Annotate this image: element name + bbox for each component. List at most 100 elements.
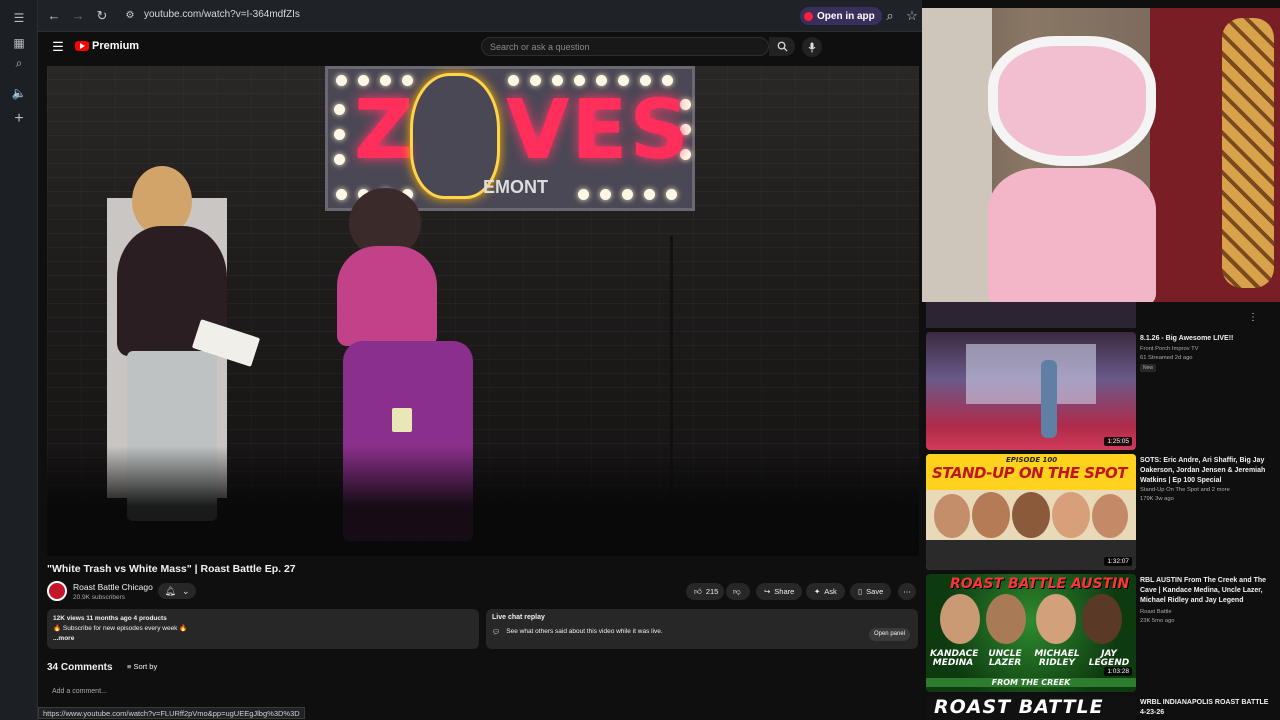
sign-letters-ves: VES bbox=[506, 83, 691, 178]
related-title[interactable]: RBL AUSTIN From The Creek and The Cave |… bbox=[1140, 576, 1272, 606]
dislike-button[interactable]: 👎︎ bbox=[726, 583, 750, 600]
zoom-search-icon[interactable]: ⌕ bbox=[882, 8, 898, 24]
menu-icon[interactable]: ☰ bbox=[9, 8, 29, 28]
thumbs-up-icon: 👍︎ bbox=[694, 586, 702, 596]
live-chat-replay-box: Live chat replay 💬︎ See what others said… bbox=[486, 609, 918, 649]
channel-avatar[interactable] bbox=[47, 581, 67, 601]
youtube-premium-logo[interactable]: Premium bbox=[75, 40, 139, 52]
open-in-app-button[interactable]: Open in app bbox=[800, 7, 882, 25]
related-meta: 23K 5mo ago bbox=[1140, 618, 1175, 624]
video-title: "White Trash vs White Mass" | Roast Batt… bbox=[47, 563, 296, 575]
chevron-down-icon: ⌄ bbox=[181, 585, 190, 596]
sign-subtext: EMONT bbox=[483, 177, 548, 197]
youtube-app-icon bbox=[804, 11, 813, 21]
save-label: Save bbox=[866, 587, 884, 596]
related-thumbnail[interactable]: ROAST BATTLE bbox=[926, 696, 1136, 720]
brand-label: Premium bbox=[92, 40, 140, 52]
chat-title: Live chat replay bbox=[492, 614, 545, 621]
related-channel[interactable]: Front Porch Improv TV bbox=[1140, 345, 1272, 353]
related-meta: 179K 3w ago bbox=[1140, 496, 1174, 502]
thumb-name: JAY LEGEND bbox=[1088, 649, 1130, 668]
ask-button[interactable]: ✦ Ask bbox=[806, 583, 845, 600]
save-button[interactable]: ▯ Save bbox=[850, 583, 892, 600]
sign-letter-z: Z bbox=[354, 83, 414, 178]
partial-thumbnail[interactable] bbox=[926, 302, 1136, 328]
search-button[interactable] bbox=[769, 37, 795, 56]
chat-icon: 💬︎ bbox=[492, 629, 501, 636]
new-badge: New bbox=[1140, 364, 1157, 372]
related-title[interactable]: 8.1.26 - Big Awesome LIVE!! bbox=[1140, 334, 1272, 344]
share-label: Share bbox=[774, 587, 795, 596]
tab-search-icon[interactable]: ⌕ bbox=[9, 53, 29, 73]
thumb-main-text: ROAST BATTLE bbox=[934, 696, 1104, 718]
link-status-bar: https://www.youtube.com/watch?v=FLURff2p… bbox=[38, 707, 305, 719]
related-thumbnail[interactable]: 1:25:05 bbox=[926, 332, 1136, 450]
like-button[interactable]: 👍︎ 215 bbox=[686, 583, 724, 600]
bookmark-star-icon[interactable]: ☆ bbox=[904, 8, 920, 24]
reload-icon[interactable]: ↻ bbox=[94, 8, 110, 24]
related-title[interactable]: WRBL INDIANAPOLIS ROAST BATTLE 4-23-26 bbox=[1140, 698, 1272, 718]
related-channel[interactable]: Roast Battle bbox=[1140, 608, 1272, 616]
subscription-bell-button[interactable]: 🔔︎ ⌄ bbox=[158, 583, 196, 599]
gaming-chair-seat bbox=[988, 168, 1156, 302]
voice-search-button[interactable] bbox=[802, 37, 822, 57]
more-horizontal-icon: ⋯ bbox=[903, 587, 911, 596]
chat-description: See what others said about this video wh… bbox=[506, 628, 663, 635]
related-channel[interactable]: Stand-Up On The Spot and 2 more bbox=[1140, 486, 1272, 494]
new-tab-icon[interactable]: + bbox=[9, 109, 29, 129]
open-panel-button[interactable]: Open panel bbox=[868, 628, 910, 641]
tabs-grid-icon[interactable]: ▦ bbox=[9, 33, 29, 53]
youtube-header: ☰ Premium Search or ask a question bbox=[38, 32, 922, 62]
share-button[interactable]: ↪ Share bbox=[756, 583, 803, 600]
related-thumbnail[interactable]: ROAST BATTLE AUSTIN KANDACE MEDINA UNCLE… bbox=[926, 574, 1136, 692]
add-comment-input[interactable]: Add a comment... bbox=[52, 688, 107, 695]
more-vertical-icon[interactable]: ⋮ bbox=[1248, 312, 1258, 323]
channel-name[interactable]: Roast Battle Chicago bbox=[73, 582, 153, 592]
open-in-app-label: Open in app bbox=[817, 10, 875, 22]
related-meta: 61 Streamed 2d ago bbox=[1140, 355, 1193, 361]
duration-badge: 1:25:05 bbox=[1104, 437, 1132, 446]
related-thumbnail[interactable]: EPISODE 100 STAND-UP ON THE SPOT 1:32:07 bbox=[926, 454, 1136, 570]
more-link[interactable]: ...more bbox=[53, 634, 473, 644]
thumb-name: MICHAEL RIDLEY bbox=[1034, 649, 1080, 668]
search-icon bbox=[777, 41, 788, 52]
description-line: 🔥 Subscribe for new episodes every week … bbox=[53, 625, 188, 632]
bell-icon: 🔔︎ bbox=[164, 585, 176, 596]
views-line: 12K views 11 months ago 4 products bbox=[53, 615, 167, 622]
browser-side-rail: ☰ ▦ ⌕ 🔈 + bbox=[0, 0, 38, 720]
performer-right-top bbox=[337, 246, 437, 346]
more-actions-button[interactable]: ⋯ bbox=[898, 583, 916, 600]
like-count: 215 bbox=[705, 587, 719, 596]
audience-silhouettes bbox=[47, 446, 919, 556]
ask-label: Ask bbox=[824, 587, 837, 596]
description-box[interactable]: 12K views 11 months ago 4 products 🔥 Sub… bbox=[47, 609, 479, 649]
forward-icon[interactable]: → bbox=[70, 8, 86, 24]
giraffe-plush bbox=[1222, 18, 1274, 288]
bookmark-icon: ▯ bbox=[858, 587, 863, 596]
gaming-chair-backrest bbox=[988, 36, 1156, 166]
related-title[interactable]: SOTS: Eric Andre, Ari Shaffir, Big Jay O… bbox=[1140, 456, 1272, 486]
browser-toolbar: ← → ↻ ⚙ youtube.com/watch?v=I-364mdfZIs … bbox=[38, 0, 922, 32]
share-icon: ↪ bbox=[764, 587, 771, 596]
comments-count: 34 Comments bbox=[47, 662, 113, 673]
sort-by-button[interactable]: ≡ Sort by bbox=[127, 662, 157, 671]
microphone-icon bbox=[808, 42, 816, 52]
subscriber-count: 20.9K subscribers bbox=[73, 594, 126, 601]
site-info-icon[interactable]: ⚙ bbox=[122, 8, 138, 24]
thumb-top-text: ROAST BATTLE AUSTIN bbox=[950, 576, 1130, 592]
sparkle-icon: ✦ bbox=[814, 587, 821, 596]
address-bar[interactable]: youtube.com/watch?v=I-364mdfZIs bbox=[144, 9, 300, 20]
thumb-name: UNCLE LAZER bbox=[988, 649, 1022, 668]
thumbs-down-icon: 👎︎ bbox=[733, 586, 741, 596]
thumb-name: KANDACE MEDINA bbox=[930, 649, 979, 668]
related-videos: ⋮ 1:25:05 8.1.26 - Big Awesome LIVE!! Fr… bbox=[922, 302, 1280, 720]
thumb-main-text: STAND-UP ON THE SPOT bbox=[932, 464, 1127, 482]
webcam-overlay bbox=[922, 8, 1280, 302]
wall-left bbox=[922, 8, 992, 302]
thumb-bottom-text: FROM THE CREEK bbox=[926, 678, 1136, 687]
guide-menu-icon[interactable]: ☰ bbox=[50, 39, 66, 55]
video-player[interactable]: Z VES EMONT bbox=[47, 66, 919, 556]
audio-icon[interactable]: 🔈 bbox=[9, 83, 29, 103]
search-input[interactable]: Search or ask a question bbox=[481, 37, 769, 56]
back-icon[interactable]: ← bbox=[46, 8, 62, 24]
